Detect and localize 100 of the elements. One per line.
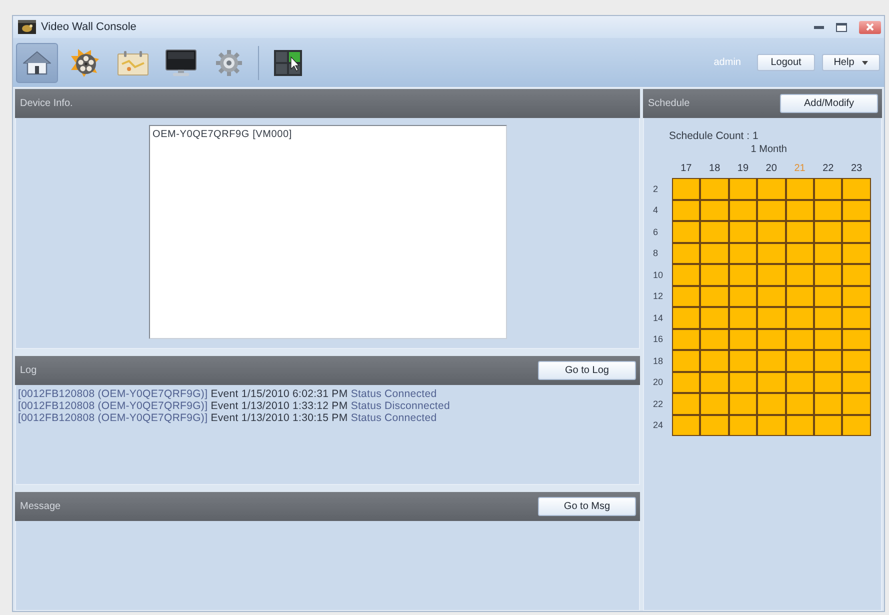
schedule-slot[interactable] (700, 307, 729, 328)
schedule-slot[interactable] (842, 350, 871, 372)
maximize-button[interactable] (836, 22, 847, 32)
hour-label: 22 (652, 398, 664, 409)
schedule-slot[interactable] (842, 286, 871, 307)
schedule-slot[interactable] (757, 414, 786, 436)
schedule-slot[interactable] (842, 178, 871, 200)
schedule-slot[interactable] (757, 200, 786, 221)
schedule-slot[interactable] (814, 200, 842, 221)
schedule-slot[interactable] (757, 307, 786, 328)
logout-button[interactable]: Logout (757, 54, 815, 71)
schedule-slot[interactable] (728, 393, 758, 414)
schedule-slot[interactable] (672, 414, 700, 436)
schedule-slot[interactable] (672, 200, 700, 221)
monitor-icon (165, 48, 197, 76)
schedule-slot[interactable] (757, 372, 786, 393)
schedule-slot[interactable] (728, 372, 758, 393)
schedule-slot[interactable] (786, 414, 814, 436)
schedule-slot[interactable] (786, 328, 814, 350)
schedule-slot[interactable] (728, 264, 758, 286)
schedule-slot[interactable] (814, 242, 842, 264)
schedule-slot[interactable] (786, 264, 814, 286)
schedule-slot[interactable] (786, 307, 814, 328)
schedule-slot[interactable] (728, 414, 758, 436)
schedule-slot[interactable] (700, 264, 729, 286)
minimize-button[interactable] (814, 26, 824, 28)
schedule-slot[interactable] (672, 264, 700, 286)
schedule-slot[interactable] (842, 372, 871, 393)
go-to-msg-button[interactable]: Go to Msg (538, 497, 636, 516)
schedule-slot[interactable] (814, 372, 842, 393)
help-menu-button[interactable]: Help (822, 54, 880, 71)
schedule-slot[interactable] (672, 350, 700, 372)
schedule-slot[interactable] (757, 221, 786, 242)
schedule-slot[interactable] (842, 307, 871, 328)
schedule-slot[interactable] (700, 393, 729, 414)
schedule-slot[interactable] (700, 328, 729, 350)
schedule-slot[interactable] (786, 221, 814, 242)
schedule-slot[interactable] (786, 286, 814, 307)
schedule-slot[interactable] (842, 200, 871, 221)
schedule-slot[interactable] (814, 221, 842, 242)
schedule-slot[interactable] (728, 328, 758, 350)
schedule-slot[interactable] (842, 414, 871, 436)
schedule-slot[interactable] (814, 264, 842, 286)
schedule-slot[interactable] (672, 242, 700, 264)
schedule-slot[interactable] (786, 372, 814, 393)
schedule-slot[interactable] (814, 328, 842, 350)
schedule-slot[interactable] (672, 328, 700, 350)
schedule-slot[interactable] (757, 264, 786, 286)
schedule-slot[interactable] (700, 221, 729, 242)
schedule-slot[interactable] (757, 286, 786, 307)
schedule-slot[interactable] (672, 393, 700, 414)
schedule-slot[interactable] (757, 242, 786, 264)
schedule-slot[interactable] (672, 372, 700, 393)
schedule-slot[interactable] (728, 178, 758, 200)
schedule-slot[interactable] (700, 178, 729, 200)
schedule-slot[interactable] (728, 286, 758, 307)
schedule-slot[interactable] (757, 350, 786, 372)
schedule-slot[interactable] (700, 350, 729, 372)
schedule-slot[interactable] (757, 178, 786, 200)
schedule-slot[interactable] (700, 242, 729, 264)
schedule-slot[interactable] (757, 393, 786, 414)
schedule-slot[interactable] (814, 393, 842, 414)
schedule-slot[interactable] (728, 307, 758, 328)
day-label: 19 (737, 162, 749, 174)
schedule-slot[interactable] (786, 242, 814, 264)
device-list-item[interactable]: OEM-Y0QE7QRF9G [VM000] (150, 126, 506, 142)
schedule-slot[interactable] (700, 372, 729, 393)
caret-icon (862, 60, 868, 64)
schedule-slot[interactable] (842, 264, 871, 286)
schedule-slot[interactable] (728, 200, 758, 221)
schedule-slot[interactable] (728, 221, 758, 242)
schedule-slot[interactable] (728, 350, 758, 372)
screen-grid-icon (273, 48, 303, 76)
schedule-slot[interactable] (700, 414, 729, 436)
schedule-slot[interactable] (757, 328, 786, 350)
close-button[interactable] (859, 20, 881, 34)
schedule-slot[interactable] (672, 286, 700, 307)
day-label: 20 (766, 162, 777, 174)
schedule-slot[interactable] (814, 178, 842, 200)
schedule-slot[interactable] (786, 393, 814, 414)
schedule-slot[interactable] (672, 307, 700, 328)
schedule-slot[interactable] (672, 178, 700, 200)
add-modify-button[interactable]: Add/Modify (780, 94, 878, 113)
schedule-slot[interactable] (700, 286, 729, 307)
schedule-slot[interactable] (814, 414, 842, 436)
schedule-slot[interactable] (672, 221, 700, 242)
schedule-slot[interactable] (814, 350, 842, 372)
schedule-slot[interactable] (728, 242, 758, 264)
schedule-slot[interactable] (786, 200, 814, 221)
go-to-log-button[interactable]: Go to Log (538, 361, 636, 380)
schedule-slot[interactable] (842, 393, 871, 414)
schedule-slot[interactable] (700, 200, 729, 221)
home-icon (23, 50, 51, 74)
schedule-slot[interactable] (814, 307, 842, 328)
schedule-slot[interactable] (842, 242, 871, 264)
schedule-slot[interactable] (842, 221, 871, 242)
schedule-slot[interactable] (814, 286, 842, 307)
schedule-slot[interactable] (842, 328, 871, 350)
schedule-slot[interactable] (786, 350, 814, 372)
schedule-slot[interactable] (786, 178, 814, 200)
